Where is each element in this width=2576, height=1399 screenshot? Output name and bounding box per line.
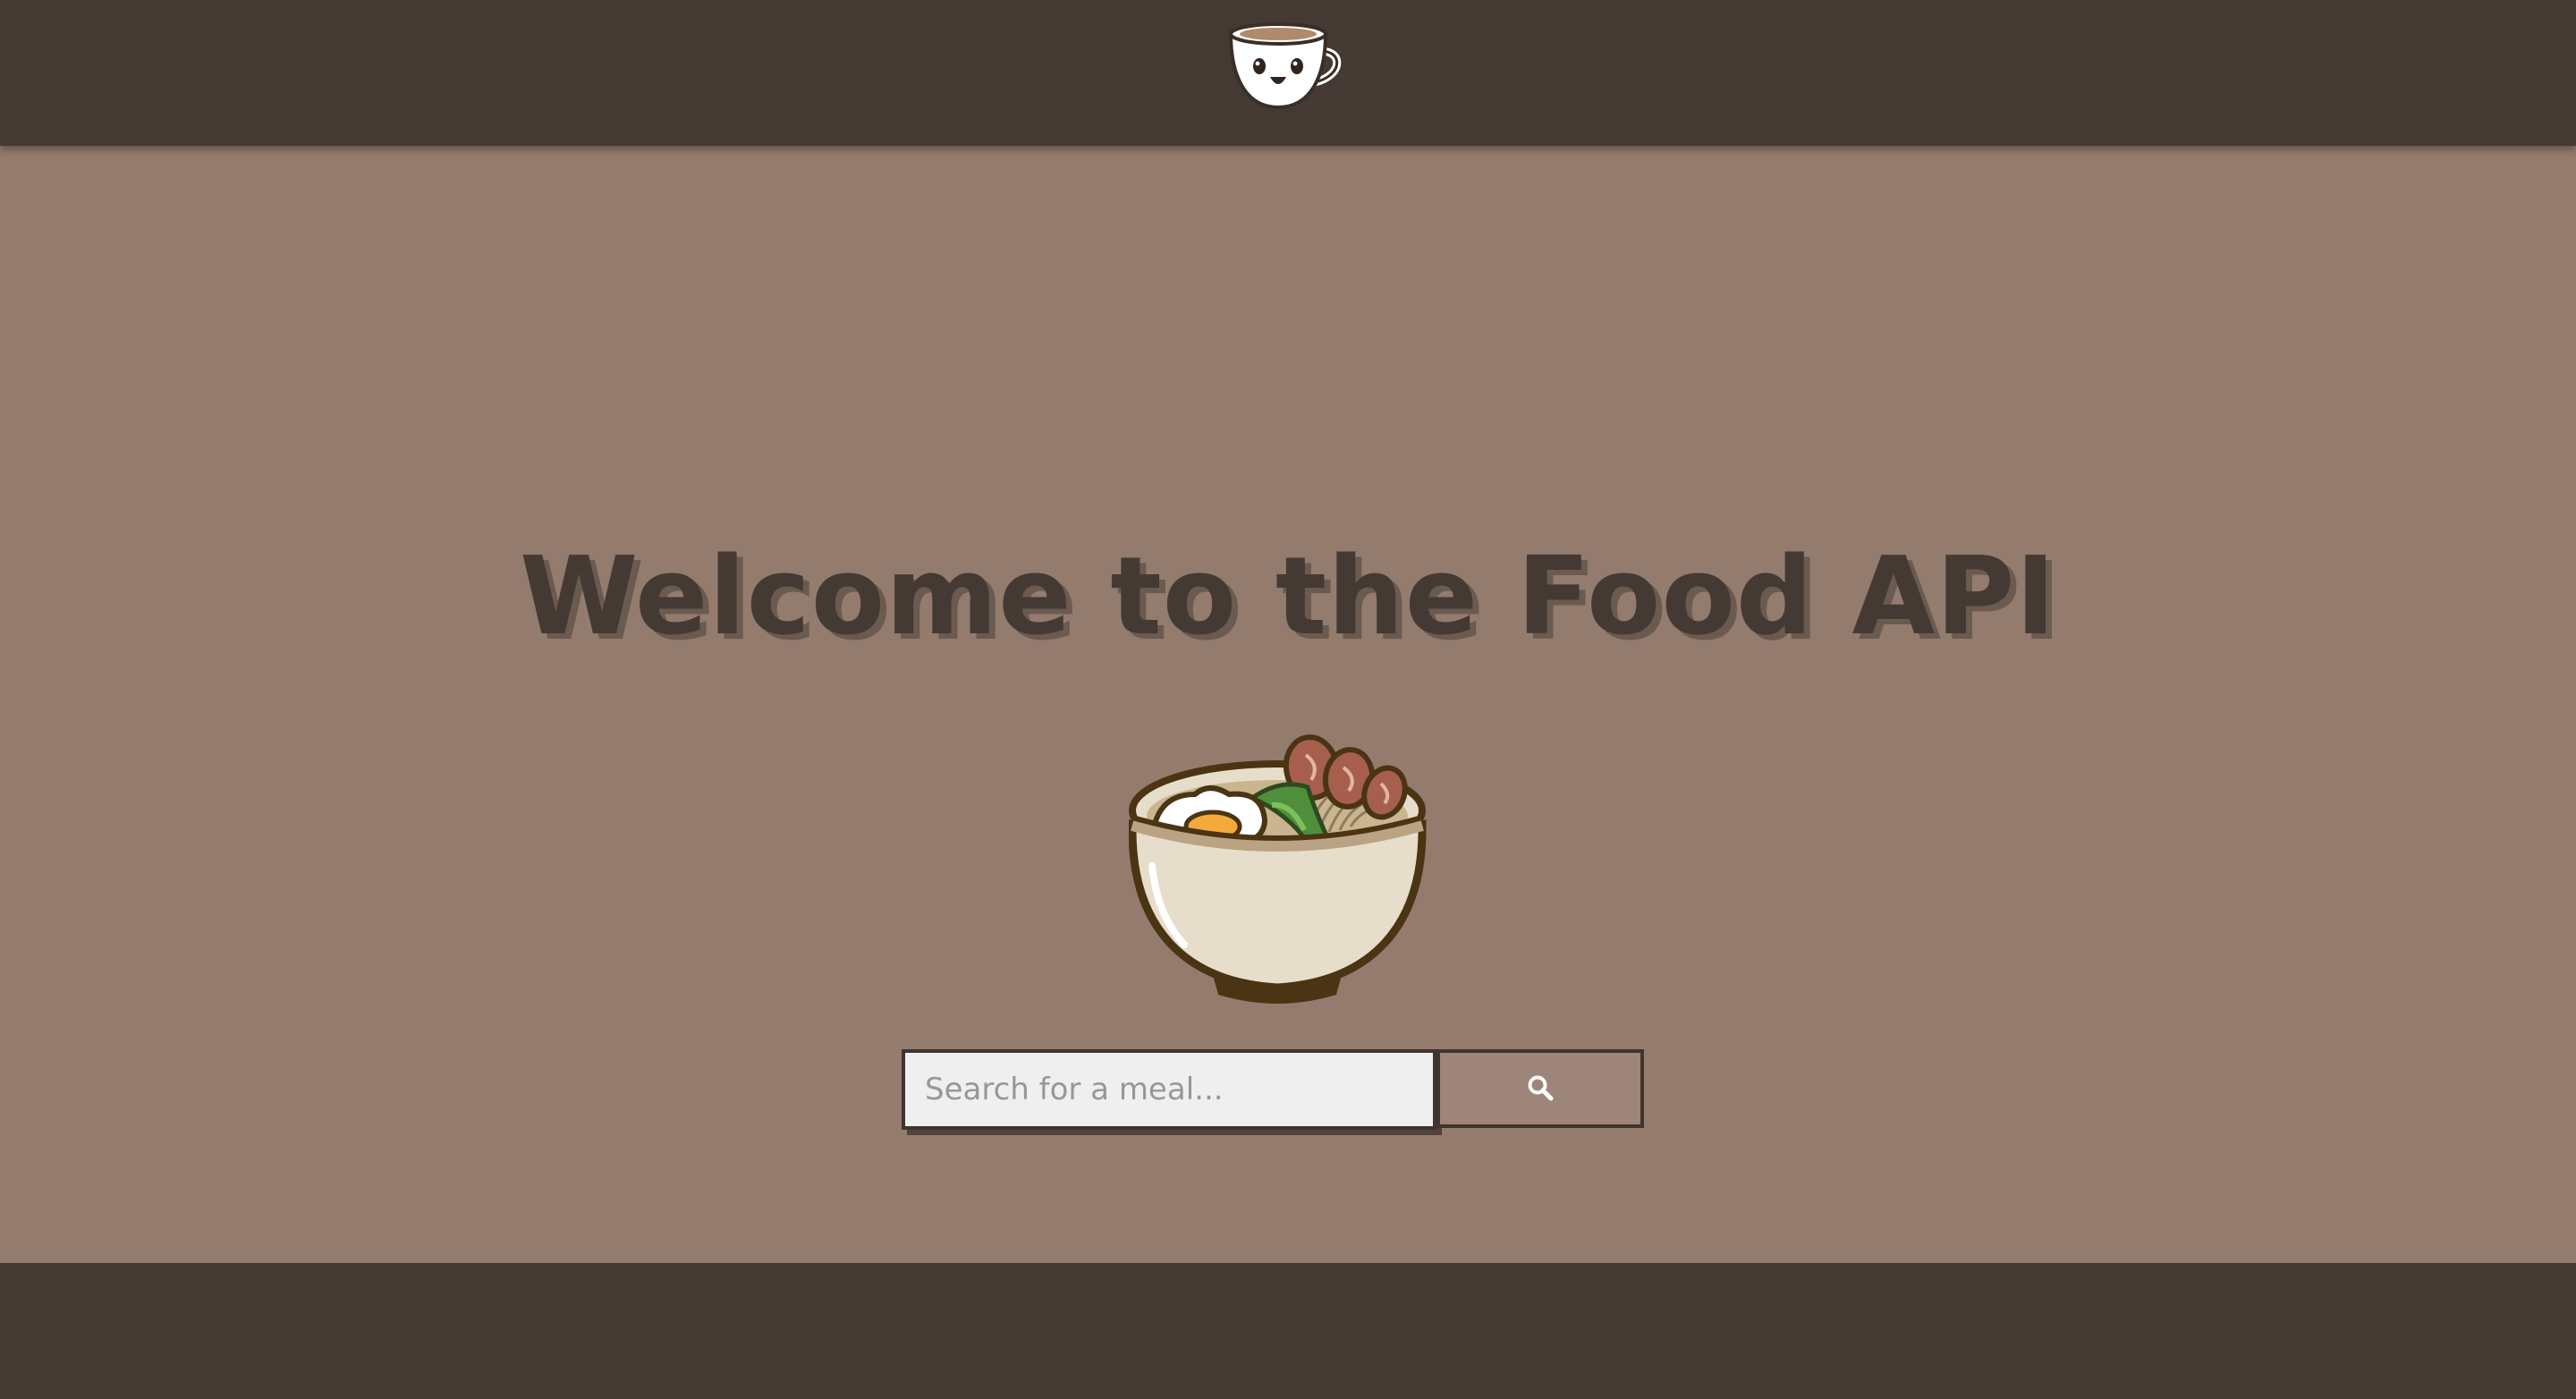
site-header <box>0 0 2576 146</box>
search-icon <box>1527 1074 1554 1104</box>
coffee-cup-logo-icon[interactable] <box>1225 20 1347 113</box>
search-form <box>902 1049 1646 1132</box>
main-content: Welcome to the Food API <box>0 146 2576 1263</box>
search-button[interactable] <box>1436 1049 1644 1128</box>
ramen-bowl-icon <box>1128 732 1436 1009</box>
search-input[interactable] <box>902 1049 1436 1130</box>
site-footer <box>0 1263 2576 1399</box>
page-title: Welcome to the Food API <box>519 535 2057 659</box>
